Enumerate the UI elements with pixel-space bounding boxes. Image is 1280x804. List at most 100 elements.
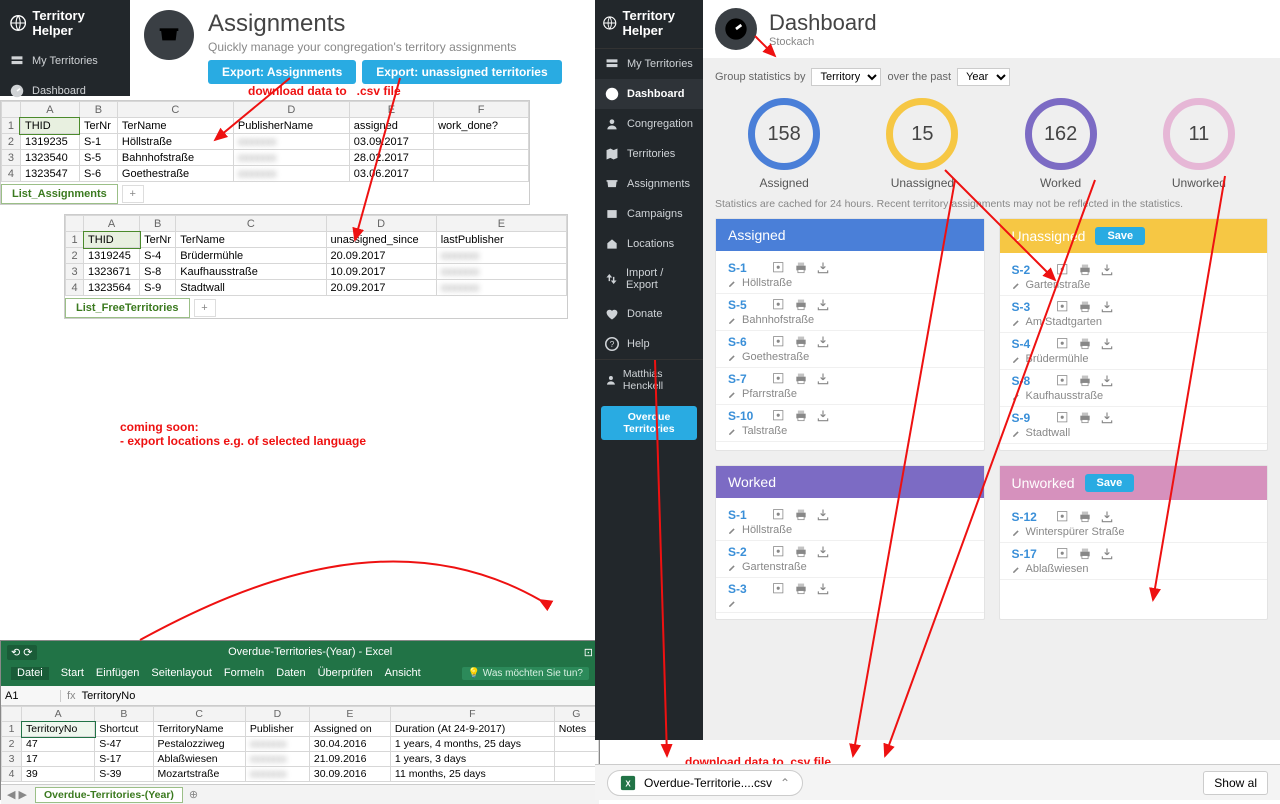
download-icon[interactable] [816,372,830,386]
print-icon[interactable] [1078,510,1092,524]
print-icon[interactable] [794,409,808,423]
print-icon[interactable] [1078,411,1092,425]
map-icon[interactable] [772,261,786,275]
download-icon[interactable] [1100,510,1114,524]
sheet-tab[interactable]: List_Assignments [1,184,118,204]
download-icon[interactable] [1100,374,1114,388]
print-icon[interactable] [794,372,808,386]
map-icon[interactable] [1056,300,1070,314]
download-icon[interactable] [816,298,830,312]
save-button[interactable]: Save [1095,227,1145,245]
add-sheet-button[interactable]: + [122,185,144,203]
nav-importExport[interactable]: Import / Export [595,259,703,299]
ribbon-tab[interactable]: Seitenlayout [151,667,212,680]
print-icon[interactable] [794,545,808,559]
ribbon-tab[interactable]: Daten [276,667,305,680]
excel-grid[interactable]: ABCDEFG1TerritoryNoShortcutTerritoryName… [1,706,599,784]
export-assignments-button[interactable]: Export: Assignments [208,60,356,84]
map-icon[interactable] [1056,510,1070,524]
download-icon[interactable] [816,582,830,596]
map-icon[interactable] [772,545,786,559]
nav-locations[interactable]: Locations [595,229,703,259]
nav-territories[interactable]: Territories [595,139,703,169]
territory-row[interactable]: S-2Gartenstraße [716,541,984,578]
nav-congregation[interactable]: Congregation [595,109,703,139]
map-icon[interactable] [772,372,786,386]
filter-groupby[interactable]: Territory [811,68,881,86]
territory-row[interactable]: S-4Brüdermühle [1000,333,1268,370]
nav-myTerritories[interactable]: My Territories [595,49,703,79]
print-icon[interactable] [1078,263,1092,277]
territory-row[interactable]: S-1Höllstraße [716,504,984,541]
ribbon-tab[interactable]: Einfügen [96,667,139,680]
territory-row[interactable]: S-12Winterspürer Straße [1000,506,1268,543]
map-icon[interactable] [772,508,786,522]
territory-row[interactable]: S-3Am Stadtgarten [1000,296,1268,333]
print-icon[interactable] [794,261,808,275]
territory-row[interactable]: S-8Kaufhausstraße [1000,370,1268,407]
excel-ribbon[interactable]: Datei Start Einfügen Seitenlayout Formeln Dat… [1,663,599,686]
territory-row[interactable]: S-9Stadtwall [1000,407,1268,444]
print-icon[interactable] [1078,300,1092,314]
excel-namebox[interactable]: A1 [1,690,61,702]
ribbon-tab[interactable]: Überprüfen [318,667,373,680]
map-icon[interactable] [1056,547,1070,561]
download-icon[interactable] [816,409,830,423]
nav-my-territories[interactable]: My Territories [0,46,130,76]
map-icon[interactable] [772,335,786,349]
download-icon[interactable] [816,545,830,559]
nav-assignments[interactable]: Assignments [595,169,703,199]
print-icon[interactable] [1078,374,1092,388]
ribbon-tab[interactable]: Start [61,667,84,680]
sheet-tab[interactable]: List_FreeTerritories [65,298,190,318]
nav-campaigns[interactable]: Campaigns [595,199,703,229]
download-icon[interactable] [816,261,830,275]
download-icon[interactable] [1100,300,1114,314]
pen-icon [1012,428,1022,438]
formula-bar[interactable]: TerritoryNo [82,690,136,702]
map-icon[interactable] [1056,263,1070,277]
print-icon[interactable] [794,298,808,312]
show-all-button[interactable]: Show al [1203,771,1268,795]
export-unassigned-button[interactable]: Export: unassigned territories [362,60,561,84]
territory-row[interactable]: S-10Talstraße [716,405,984,442]
print-icon[interactable] [1078,547,1092,561]
download-icon[interactable] [1100,411,1114,425]
nav-help[interactable]: Help [595,329,703,359]
tellme-box[interactable]: 💡 Was möchten Sie tun? [462,667,589,680]
ribbon-tab[interactable]: Ansicht [385,667,421,680]
map-icon[interactable] [1056,337,1070,351]
download-chip[interactable]: Overdue-Territorie....csv ⌃ [607,770,803,796]
add-sheet-button[interactable]: + [194,299,216,317]
download-icon[interactable] [1100,337,1114,351]
save-button[interactable]: Save [1085,474,1135,492]
territory-row[interactable]: S-5Bahnhofstraße [716,294,984,331]
download-icon[interactable] [1100,263,1114,277]
map-icon[interactable] [772,298,786,312]
territory-row[interactable]: S-17Ablaßwiesen [1000,543,1268,580]
user-chip[interactable]: Matthias Henckell [595,359,703,400]
print-icon[interactable] [1078,337,1092,351]
map-icon[interactable] [1056,374,1070,388]
excel-sheet-tab[interactable]: Overdue-Territories-(Year) [35,787,183,803]
territory-row[interactable]: S-6Goethestraße [716,331,984,368]
download-icon[interactable] [816,335,830,349]
ribbon-tab[interactable]: Formeln [224,667,264,680]
nav-dashboard[interactable]: Dashboard [595,79,703,109]
territory-row[interactable]: S-1Höllstraße [716,257,984,294]
overdue-territories-button[interactable]: Overdue Territories [601,406,697,440]
print-icon[interactable] [794,508,808,522]
map-icon[interactable] [772,409,786,423]
download-icon[interactable] [816,508,830,522]
territory-row[interactable]: S-3 [716,578,984,613]
ribbon-tab[interactable]: Datei [11,667,49,680]
download-icon[interactable] [1100,547,1114,561]
territory-row[interactable]: S-7Pfarrstraße [716,368,984,405]
territory-row[interactable]: S-2Gartenstraße [1000,259,1268,296]
map-icon[interactable] [1056,411,1070,425]
nav-donate[interactable]: Donate [595,299,703,329]
filter-period[interactable]: Year [957,68,1010,86]
print-icon[interactable] [794,335,808,349]
print-icon[interactable] [794,582,808,596]
map-icon[interactable] [772,582,786,596]
